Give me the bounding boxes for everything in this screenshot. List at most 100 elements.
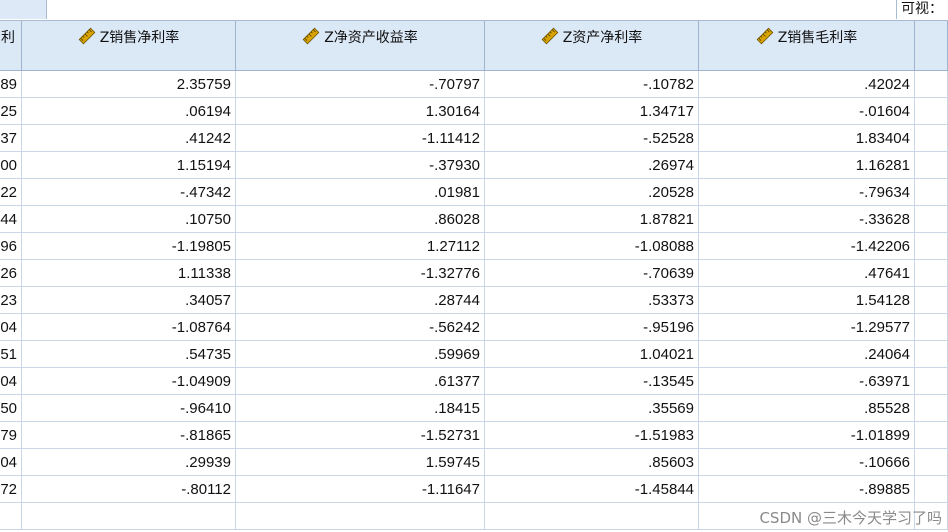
table-cell[interactable]: .53373 <box>485 287 699 314</box>
table-cell[interactable] <box>236 503 485 530</box>
table-cell[interactable]: .26974 <box>485 152 699 179</box>
table-cell[interactable]: 2.35759 <box>22 71 236 98</box>
column-header-0[interactable]: 利 <box>0 21 22 70</box>
table-cell[interactable]: .61377 <box>236 368 485 395</box>
table-cell[interactable]: .10750 <box>22 206 236 233</box>
table-cell[interactable]: -1.11412 <box>236 125 485 152</box>
table-cell[interactable]: -1.08764 <box>22 314 236 341</box>
table-cell[interactable]: .24064 <box>699 341 915 368</box>
table-cell[interactable]: 50 <box>0 395 22 422</box>
table-cell[interactable] <box>485 503 699 530</box>
table-cell[interactable]: 1.59745 <box>236 449 485 476</box>
table-cell[interactable]: .35569 <box>485 395 699 422</box>
table-cell[interactable]: -.37930 <box>236 152 485 179</box>
table-cell[interactable]: .28744 <box>236 287 485 314</box>
table-cell[interactable]: .42024 <box>699 71 915 98</box>
table-cell[interactable]: -1.19805 <box>22 233 236 260</box>
table-cell[interactable]: 04 <box>0 449 22 476</box>
table-cell[interactable]: .29939 <box>22 449 236 476</box>
table-cell[interactable]: -.95196 <box>485 314 699 341</box>
table-cell[interactable]: 51 <box>0 341 22 368</box>
table-cell[interactable]: -1.51983 <box>485 422 699 449</box>
table-cell[interactable]: -.81865 <box>22 422 236 449</box>
table-cell[interactable] <box>915 287 948 314</box>
table-cell[interactable]: .06194 <box>22 98 236 125</box>
table-cell[interactable]: -1.32776 <box>236 260 485 287</box>
table-cell[interactable]: -.96410 <box>22 395 236 422</box>
table-cell[interactable]: -.47342 <box>22 179 236 206</box>
table-cell[interactable]: .54735 <box>22 341 236 368</box>
table-cell[interactable] <box>915 206 948 233</box>
table-cell[interactable]: 96 <box>0 233 22 260</box>
table-cell[interactable]: 1.27112 <box>236 233 485 260</box>
table-cell[interactable]: -.52528 <box>485 125 699 152</box>
table-cell[interactable]: 1.16281 <box>699 152 915 179</box>
table-cell[interactable]: 1.54128 <box>699 287 915 314</box>
cell-value-input[interactable] <box>47 0 895 19</box>
table-cell[interactable]: -.80112 <box>22 476 236 503</box>
table-cell[interactable]: -1.04909 <box>22 368 236 395</box>
table-cell[interactable]: 04 <box>0 368 22 395</box>
table-cell[interactable] <box>915 260 948 287</box>
table-cell[interactable]: -.70639 <box>485 260 699 287</box>
table-cell[interactable]: .34057 <box>22 287 236 314</box>
table-cell[interactable]: 00 <box>0 152 22 179</box>
table-cell[interactable]: -1.52731 <box>236 422 485 449</box>
table-cell[interactable] <box>915 233 948 260</box>
column-header-5[interactable] <box>915 21 948 70</box>
table-cell[interactable]: .01981 <box>236 179 485 206</box>
table-cell[interactable]: .18415 <box>236 395 485 422</box>
table-cell[interactable]: -.10666 <box>699 449 915 476</box>
table-cell[interactable]: -1.45844 <box>485 476 699 503</box>
table-cell[interactable]: -1.08088 <box>485 233 699 260</box>
table-cell[interactable]: 1.11338 <box>22 260 236 287</box>
table-cell[interactable] <box>915 98 948 125</box>
table-cell[interactable]: -.10782 <box>485 71 699 98</box>
table-cell[interactable]: -.56242 <box>236 314 485 341</box>
table-cell[interactable] <box>915 179 948 206</box>
table-cell[interactable]: -.63971 <box>699 368 915 395</box>
cell-reference-box[interactable] <box>0 0 47 19</box>
table-cell[interactable]: -1.11647 <box>236 476 485 503</box>
table-cell[interactable]: 22 <box>0 179 22 206</box>
table-cell[interactable]: .59969 <box>236 341 485 368</box>
table-cell[interactable]: 37 <box>0 125 22 152</box>
table-cell[interactable] <box>22 503 236 530</box>
table-cell[interactable]: 1.30164 <box>236 98 485 125</box>
column-header-4[interactable]: Z销售毛利率 <box>699 21 915 70</box>
table-cell[interactable]: 26 <box>0 260 22 287</box>
column-header-2[interactable]: Z净资产收益率 <box>236 21 485 70</box>
table-cell[interactable]: 1.87821 <box>485 206 699 233</box>
table-cell[interactable] <box>0 503 22 530</box>
table-cell[interactable]: 1.15194 <box>22 152 236 179</box>
table-cell[interactable]: 25 <box>0 98 22 125</box>
table-cell[interactable]: -.89885 <box>699 476 915 503</box>
table-cell[interactable]: -.70797 <box>236 71 485 98</box>
column-header-1[interactable]: Z销售净利率 <box>22 21 236 70</box>
table-cell[interactable]: 1.04021 <box>485 341 699 368</box>
table-cell[interactable] <box>915 341 948 368</box>
table-cell[interactable]: 1.34717 <box>485 98 699 125</box>
table-cell[interactable] <box>915 476 948 503</box>
table-cell[interactable]: -1.29577 <box>699 314 915 341</box>
table-cell[interactable]: -.01604 <box>699 98 915 125</box>
table-cell[interactable]: -.33628 <box>699 206 915 233</box>
table-cell[interactable]: 44 <box>0 206 22 233</box>
table-cell[interactable] <box>915 314 948 341</box>
table-cell[interactable] <box>915 125 948 152</box>
table-cell[interactable] <box>915 152 948 179</box>
table-cell[interactable] <box>915 422 948 449</box>
column-header-3[interactable]: Z资产净利率 <box>485 21 699 70</box>
table-cell[interactable]: .20528 <box>485 179 699 206</box>
table-cell[interactable] <box>915 71 948 98</box>
table-cell[interactable]: .85528 <box>699 395 915 422</box>
table-cell[interactable]: -1.42206 <box>699 233 915 260</box>
table-cell[interactable]: 1.83404 <box>699 125 915 152</box>
table-cell[interactable] <box>915 368 948 395</box>
table-cell[interactable]: -1.01899 <box>699 422 915 449</box>
table-cell[interactable] <box>915 449 948 476</box>
table-cell[interactable]: .47641 <box>699 260 915 287</box>
table-cell[interactable] <box>915 395 948 422</box>
table-cell[interactable]: .85603 <box>485 449 699 476</box>
table-cell[interactable]: 79 <box>0 422 22 449</box>
